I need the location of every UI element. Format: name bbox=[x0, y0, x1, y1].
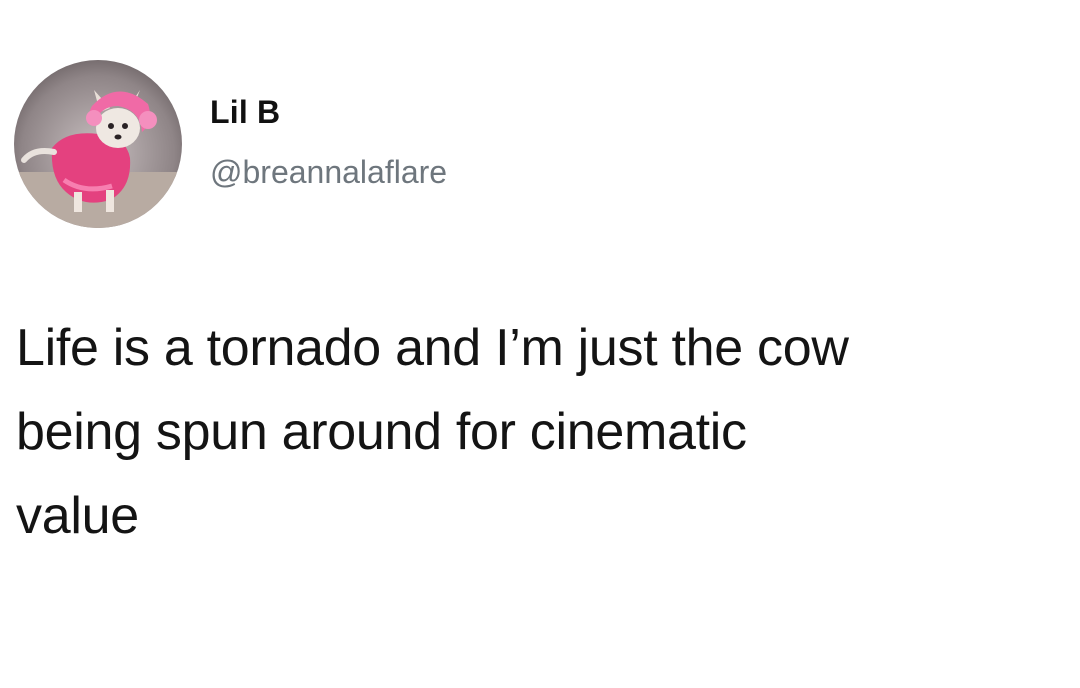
tweet-text: Life is a tornado and I’m just the cow b… bbox=[16, 306, 1066, 558]
tweet-text-line: being spun around for cinematic bbox=[16, 403, 747, 461]
avatar[interactable] bbox=[14, 60, 182, 228]
tweet-text-line: Life is a tornado and I’m just the cow bbox=[16, 319, 849, 377]
tweet-card: Lil B @breannalaflare Life is a tornado … bbox=[0, 0, 1080, 688]
display-name[interactable]: Lil B bbox=[210, 92, 447, 132]
tweet-text-line: value bbox=[16, 487, 139, 545]
avatar-dog-photo bbox=[14, 60, 182, 228]
author-names: Lil B @breannalaflare bbox=[210, 92, 447, 192]
user-handle[interactable]: @breannalaflare bbox=[210, 152, 447, 192]
tweet-header: Lil B @breannalaflare bbox=[14, 60, 447, 228]
